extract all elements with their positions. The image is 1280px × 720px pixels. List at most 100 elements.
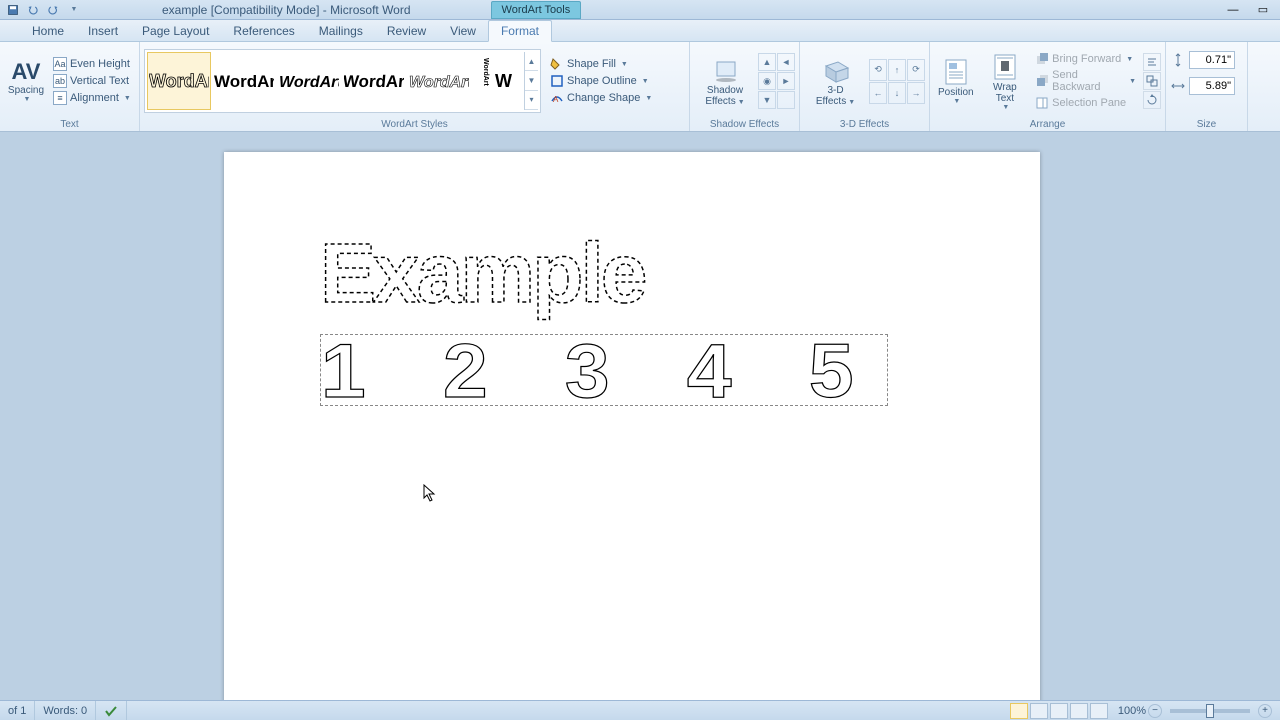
view-outline[interactable] — [1070, 703, 1088, 719]
undo-button[interactable] — [24, 2, 42, 18]
shape-outline-icon — [550, 74, 564, 88]
wordart-style-3[interactable]: WordArt — [277, 52, 341, 110]
vertical-text-icon: ab — [53, 74, 67, 88]
word-count[interactable]: Words: 0 — [35, 701, 96, 720]
svg-text:A: A — [553, 95, 559, 104]
tab-review[interactable]: Review — [375, 21, 438, 41]
3d-effects-button[interactable]: 3-D Effects▼ — [804, 53, 867, 110]
page-status[interactable]: of 1 — [0, 701, 35, 720]
tab-mailings[interactable]: Mailings — [307, 21, 375, 41]
minimize-button[interactable]: — — [1224, 3, 1242, 17]
wrap-text-button[interactable]: Wrap Text ▼ — [980, 50, 1031, 113]
wordart-style-5[interactable]: WordArt — [407, 52, 471, 110]
group-label-3d: 3-D Effects — [804, 118, 925, 131]
shape-fill-icon — [550, 57, 564, 71]
3d-tilt-up[interactable]: ↑ — [888, 59, 906, 81]
3d-icon — [819, 55, 853, 85]
height-icon — [1170, 52, 1186, 68]
bring-forward-icon — [1035, 52, 1049, 66]
wordart-style-4[interactable]: WordArt — [342, 52, 406, 110]
zoom-slider[interactable] — [1170, 709, 1250, 713]
send-backward-button[interactable]: Send Backward▼ — [1032, 68, 1139, 94]
selection-pane-button[interactable]: Selection Pane — [1032, 95, 1139, 111]
save-button[interactable] — [4, 2, 22, 18]
wordart-numbers-wrapper[interactable]: 1 2 3 4 5 — [320, 334, 888, 406]
bring-forward-button[interactable]: Bring Forward▼ — [1032, 51, 1139, 67]
view-web-layout[interactable] — [1050, 703, 1068, 719]
spacing-button[interactable]: AV Spacing ▼ — [4, 57, 48, 105]
send-backward-icon — [1035, 74, 1049, 88]
svg-text:WordArt: WordArt — [214, 72, 274, 91]
proofing-status[interactable] — [96, 701, 127, 720]
wrap-text-icon — [990, 52, 1020, 82]
view-print-layout[interactable] — [1010, 703, 1028, 719]
tab-home[interactable]: Home — [20, 21, 76, 41]
zoom-in-button[interactable]: + — [1258, 704, 1272, 718]
alignment-icon: ≡ — [53, 91, 67, 105]
wordart-style-2[interactable]: WordArt — [212, 52, 276, 110]
tab-view[interactable]: View — [438, 21, 488, 41]
gallery-more[interactable]: ▾ — [525, 91, 538, 110]
wordart-style-7[interactable]: W — [493, 52, 523, 110]
group-label-text: Text — [4, 118, 135, 131]
shadow-nudge-spare[interactable] — [777, 91, 795, 109]
3d-tilt-left[interactable]: ⟲ — [869, 59, 887, 81]
wordart-style-1[interactable]: WordArt — [147, 52, 211, 110]
height-input[interactable] — [1189, 51, 1235, 69]
svg-text:WordArt: WordArt — [482, 58, 489, 87]
view-full-screen[interactable] — [1030, 703, 1048, 719]
gallery-scroll-down[interactable]: ▼ — [525, 71, 538, 90]
tab-page-layout[interactable]: Page Layout — [130, 21, 221, 41]
wordart-numbers[interactable]: 1 2 3 4 5 — [321, 335, 881, 407]
view-draft[interactable] — [1090, 703, 1108, 719]
3d-tilt-right[interactable]: ⟳ — [907, 59, 925, 81]
restore-button[interactable]: ▭ — [1254, 3, 1272, 17]
shadow-nudge-down[interactable]: ▼ — [758, 91, 776, 109]
redo-button[interactable] — [44, 2, 62, 18]
zoom-thumb[interactable] — [1206, 704, 1214, 718]
shadow-nudge-right[interactable]: ► — [777, 72, 795, 90]
wordart-example[interactable]: Example — [320, 232, 890, 322]
vertical-text-button[interactable]: abVertical Text — [50, 73, 134, 89]
change-shape-icon: A — [550, 91, 564, 105]
zoom-level[interactable]: 100% — [1118, 705, 1146, 717]
gallery-scroll-up[interactable]: ▲ — [525, 52, 538, 71]
svg-text:WordArt: WordArt — [279, 74, 339, 91]
width-icon — [1170, 78, 1186, 94]
shape-outline-button[interactable]: Shape Outline▼ — [547, 73, 655, 89]
shadow-toggle[interactable]: ◉ — [758, 72, 776, 90]
3d-tilt-down-right[interactable]: → — [907, 82, 925, 104]
even-height-button[interactable]: AaEven Height — [50, 56, 134, 72]
shadow-nudge-left[interactable]: ◄ — [777, 53, 795, 71]
group-label-shadow: Shadow Effects — [694, 118, 795, 131]
height-field[interactable] — [1170, 50, 1235, 70]
align-button[interactable] — [1143, 53, 1161, 71]
tab-format[interactable]: Format — [488, 20, 552, 42]
rotate-button[interactable] — [1143, 91, 1161, 109]
shadow-icon — [708, 55, 742, 85]
width-field[interactable] — [1170, 76, 1235, 96]
alignment-button[interactable]: ≡Alignment▼ — [50, 90, 134, 106]
group-button[interactable] — [1143, 72, 1161, 90]
spacing-icon: AV — [12, 59, 41, 85]
change-shape-button[interactable]: AChange Shape▼ — [547, 90, 655, 106]
qat-customize[interactable]: ▼ — [64, 2, 82, 18]
shape-fill-button[interactable]: Shape Fill▼ — [547, 56, 655, 72]
even-height-icon: Aa — [53, 57, 67, 71]
tab-insert[interactable]: Insert — [76, 21, 130, 41]
3d-tilt-down[interactable]: ↓ — [888, 82, 906, 104]
wordart-style-6[interactable]: WordArt — [472, 52, 492, 110]
width-input[interactable] — [1189, 77, 1235, 95]
svg-text:Example: Example — [320, 232, 645, 320]
shadow-nudge-up[interactable]: ▲ — [758, 53, 776, 71]
shadow-effects-button[interactable]: Shadow Effects▼ — [694, 53, 756, 110]
zoom-out-button[interactable]: − — [1148, 704, 1162, 718]
wordart-style-gallery[interactable]: WordArt WordArt WordArt WordArt WordArt … — [144, 49, 541, 113]
document-page[interactable]: Example 1 2 3 4 5 — [224, 152, 1040, 700]
position-button[interactable]: Position ▼ — [934, 55, 978, 107]
svg-text:WordArt: WordArt — [344, 72, 404, 91]
tab-references[interactable]: References — [221, 21, 306, 41]
group-label-arrange: Arrange — [934, 118, 1161, 131]
3d-tilt-down-left[interactable]: ← — [869, 82, 887, 104]
contextual-tab-label: WordArt Tools — [491, 1, 582, 19]
